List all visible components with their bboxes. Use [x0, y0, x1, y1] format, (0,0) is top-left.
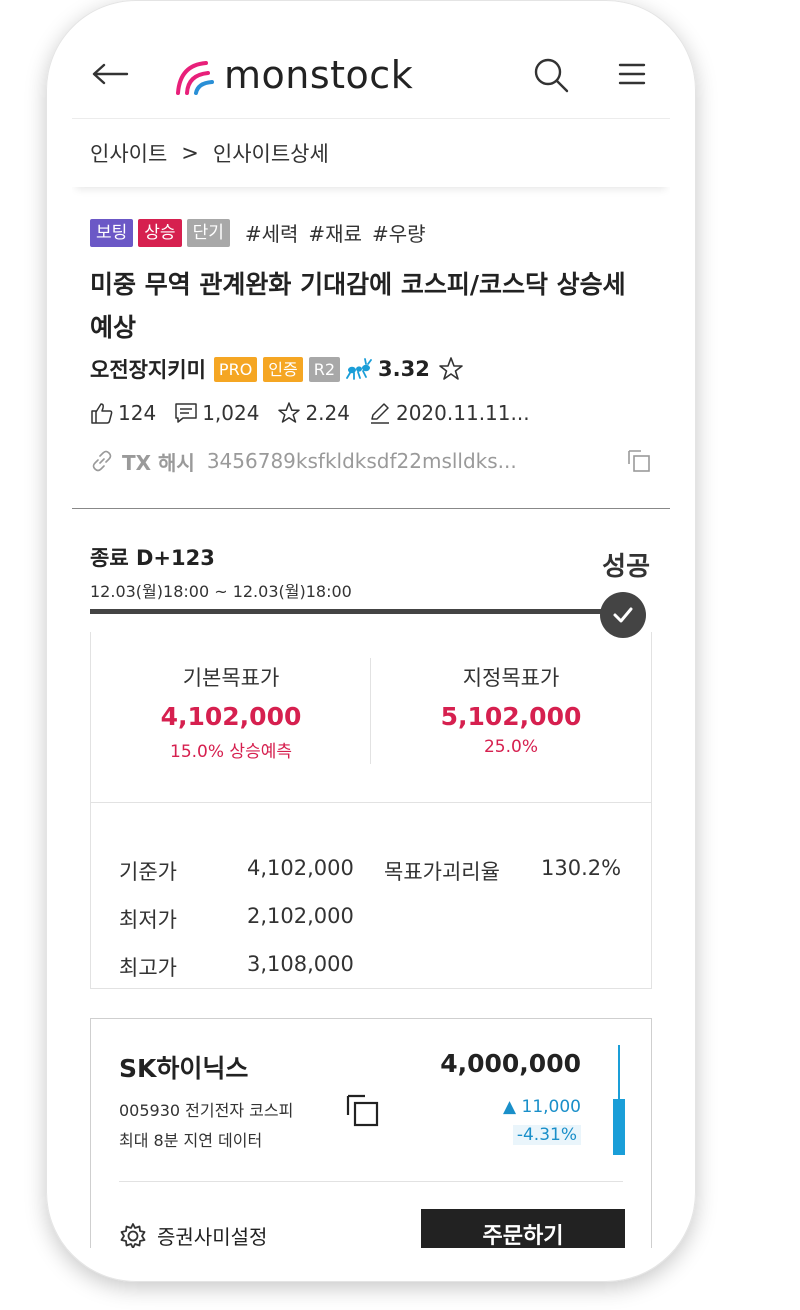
stock-name: SK하이닉스 [119, 1054, 249, 1083]
delay-notice: 최대 8분 지연 데이터 [119, 1131, 263, 1150]
star-outline-icon[interactable] [438, 356, 464, 382]
base-price-label: 기준가 [119, 860, 177, 884]
hashtag[interactable]: #세력 [245, 218, 299, 247]
tx-hash-row: TX 해시 3456789ksfkldksdf22mslldks... [90, 444, 652, 478]
gap-rate-value: 130.2% [541, 856, 622, 880]
ant-icon [346, 358, 372, 380]
broker-settings[interactable]: 증권사미설정 [119, 1221, 267, 1248]
thumbs-up-icon[interactable] [90, 401, 114, 425]
gap-rate-label: 목표가괴리율 [384, 860, 500, 884]
base-target-label: 기본목표가 [182, 666, 280, 690]
progress-bar [90, 609, 630, 614]
insight-title: 미중 무역 관계완화 기대감에 코스피/코스닥 상승세 예상 [90, 270, 626, 342]
breadcrumb-parent[interactable]: 인사이트 [90, 138, 167, 168]
end-label: 종료 D+123 [90, 546, 215, 570]
price-change: ▲ 11,000 [503, 1097, 581, 1117]
tx-hash-value: 3456789ksfkldksdf22mslldks... [206, 449, 517, 473]
author-name[interactable]: 오전장지키미 [90, 354, 206, 384]
comments-count: 1,024 [202, 401, 260, 425]
hashtag[interactable]: #재료 [308, 218, 362, 247]
pro-badge: PRO [213, 356, 258, 382]
author-score: 3.32 [378, 357, 430, 381]
base-price-value: 4,102,000 [247, 856, 354, 880]
custom-target: 지정목표가 5,102,000 25.0% [371, 662, 651, 757]
phone-screen: monstock 인사이트 > 인사이트상세 보팅 상승 단기 #세력 #재료 … [72, 20, 670, 1248]
search-icon [534, 58, 569, 93]
candle-body [613, 1099, 625, 1155]
copy-icon[interactable] [345, 1093, 381, 1129]
order-button[interactable]: 주문하기 [421, 1209, 625, 1248]
high-price-value: 3,108,000 [247, 952, 354, 976]
result-label: 성공 [602, 552, 650, 582]
custom-target-value: 5,102,000 [440, 702, 582, 731]
monstock-logo[interactable]: monstock [172, 53, 413, 97]
author-row: 오전장지키미 PRO 인증 R2 3.32 [90, 354, 464, 384]
tx-label: TX 해시 [122, 450, 195, 475]
broker-settings-label: 증권사미설정 [157, 1225, 268, 1248]
low-price-label: 최저가 [119, 908, 177, 932]
app-header: monstock [72, 20, 670, 118]
stock-price: 4,000,000 [440, 1049, 581, 1078]
rise-badge: 상승 [138, 218, 182, 247]
copy-icon[interactable] [626, 448, 652, 474]
likes-count: 124 [118, 401, 157, 425]
comment-icon[interactable] [174, 401, 198, 425]
link-icon [92, 450, 112, 472]
pencil-icon [370, 403, 389, 424]
section-divider [72, 508, 670, 509]
row-divider [91, 802, 651, 803]
back-button[interactable] [90, 54, 130, 94]
logo-mark-icon [176, 61, 214, 95]
rating-value: 2.24 [305, 401, 350, 425]
post-date: 2020.11.11... [395, 401, 530, 425]
breadcrumb: 인사이트 > 인사이트상세 [72, 118, 670, 187]
base-target-value: 4,102,000 [160, 702, 302, 731]
target-price-box: 기본목표가 4,102,000 15.0% 상승예측 지정목표가 5,102,0… [90, 632, 652, 989]
search-button[interactable] [530, 54, 572, 96]
hashtag[interactable]: #우량 [372, 218, 426, 247]
card-divider [119, 1181, 623, 1182]
custom-target-sub: 25.0% [483, 737, 538, 757]
breadcrumb-current: 인사이트상세 [212, 142, 329, 166]
checkmark-icon [613, 607, 633, 623]
stock-card[interactable]: SK하이닉스 005930 전기전자 코스피 최대 8분 지연 데이터 4,00… [90, 1018, 652, 1248]
stock-info: 005930 전기전자 코스피 [119, 1101, 294, 1120]
certified-badge: 인증 [263, 356, 303, 382]
meta-row: 124 1,024 2.24 2020.11.11... [90, 398, 548, 428]
prediction-period: 12.03(월)18:00 ~ 12.03(월)18:00 [90, 582, 352, 601]
short-term-badge: 단기 [186, 218, 230, 247]
back-arrow-icon [92, 63, 129, 85]
voting-badge: 보팅 [90, 218, 134, 247]
rank-badge: R2 [308, 356, 341, 382]
hamburger-menu-icon [618, 63, 646, 85]
breadcrumb-separator: > [181, 141, 199, 165]
star-outline-icon [278, 402, 301, 423]
gear-icon [120, 1222, 146, 1248]
custom-target-label: 지정목표가 [462, 666, 560, 690]
tag-row: 보팅 상승 단기 #세력 #재료 #우량 [90, 218, 426, 247]
menu-button[interactable] [614, 56, 650, 92]
base-target-sub: 15.0% 상승예측 [170, 742, 292, 762]
high-price-label: 최고가 [119, 956, 177, 980]
low-price-value: 2,102,000 [247, 904, 354, 928]
logo-text: monstock [224, 53, 414, 97]
price-change-pct: -4.31% [512, 1125, 581, 1145]
base-target: 기본목표가 4,102,000 15.0% 상승예측 [91, 662, 371, 762]
